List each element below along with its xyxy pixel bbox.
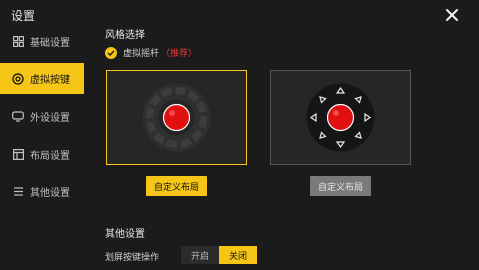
sidebar-item-label: 布局设置: [30, 151, 70, 162]
sidebar-item-virtual-keys[interactable]: 虚拟按键: [0, 63, 84, 94]
sidebar-item-label: 虚拟按键: [30, 75, 70, 86]
target-icon: [12, 72, 24, 85]
swipe-key-toggle: 开启 关闭: [181, 246, 257, 264]
sidebar-item-label: 外设设置: [30, 113, 70, 124]
dpad-joystick-icon: [306, 83, 375, 152]
sidebar-item-basic[interactable]: 基础设置: [0, 26, 84, 57]
joystick-option-label: 虚拟摇杆: [123, 49, 160, 59]
sidebar-item-label: 其他设置: [30, 188, 70, 199]
sidebar: 设置 基础设置 虚拟按键 外设设置 布局设置 其他设置: [0, 0, 84, 270]
swipe-key-label: 划屏按键操作: [105, 253, 160, 263]
grid-icon: [12, 36, 24, 48]
other-section-title: 其他设置: [105, 229, 145, 240]
joystick-option[interactable]: 虚拟摇杆 （推荐）: [105, 46, 197, 59]
toggle-off-option[interactable]: 关闭: [219, 246, 257, 264]
style-section-title: 风格选择: [105, 30, 145, 41]
toggle-on-option[interactable]: 开启: [181, 246, 219, 264]
dpad-style-preview[interactable]: [270, 70, 411, 165]
close-button[interactable]: [443, 6, 461, 24]
recommended-tag: （推荐）: [161, 49, 198, 59]
sidebar-item-label: 基础设置: [30, 38, 70, 49]
sidebar-item-other[interactable]: 其他设置: [0, 176, 84, 207]
joystick-icon: [142, 83, 211, 152]
sidebar-item-peripheral[interactable]: 外设设置: [0, 101, 84, 132]
layout-icon: [12, 149, 24, 161]
page-title: 设置: [11, 9, 36, 23]
check-icon: [105, 46, 117, 59]
sidebar-item-layout[interactable]: 布局设置: [0, 139, 84, 170]
joystick-style-preview[interactable]: [106, 70, 247, 165]
gamepad-icon: [12, 111, 24, 123]
close-icon: [446, 9, 458, 21]
custom-layout-button-right[interactable]: 自定义布局: [310, 176, 371, 196]
custom-layout-button-left[interactable]: 自定义布局: [146, 176, 207, 196]
list-icon: [12, 186, 24, 198]
settings-screen: 设置 基础设置 虚拟按键 外设设置 布局设置 其他设置 风格选择 虚拟摇杆 （推…: [0, 0, 479, 270]
